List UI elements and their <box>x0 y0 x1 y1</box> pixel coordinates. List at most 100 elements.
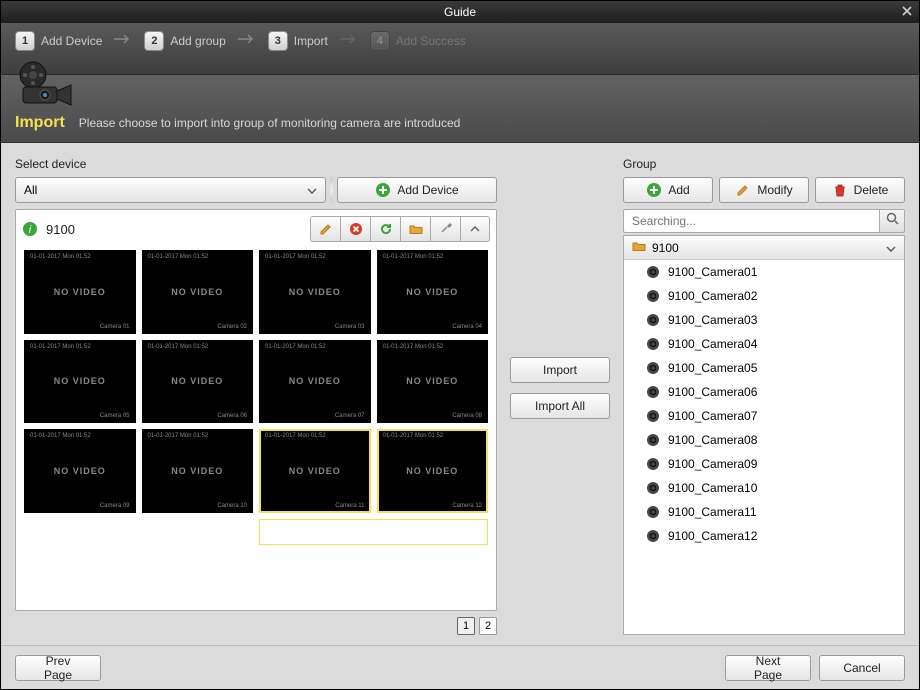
add-group-button[interactable]: Add <box>623 177 713 203</box>
tree-item-label: 9100_Camera06 <box>668 385 757 399</box>
chevron-down-icon <box>307 183 317 197</box>
add-device-button[interactable]: Add Device <box>337 177 497 203</box>
camera-thumbnail[interactable]: 01-01-2017 Mon 01:52NO VIDEOCamera 02 <box>142 250 254 334</box>
tree-item[interactable]: 9100_Camera12 <box>624 524 904 548</box>
divider <box>330 177 333 203</box>
thumb-timestamp: 01-01-2017 Mon 01:52 <box>383 433 444 439</box>
no-video-label: NO VIDEO <box>289 376 341 386</box>
camera-thumbnail[interactable]: 01-01-2017 Mon 01:52NO VIDEOCamera 07 <box>259 340 371 424</box>
modify-group-button[interactable]: Modify <box>719 177 809 203</box>
window-title: Guide <box>444 5 476 19</box>
import-label: Import <box>543 363 577 377</box>
prev-page-button[interactable]: Prev Page <box>15 655 101 681</box>
plus-circle-icon <box>646 182 662 198</box>
device-toolbar <box>310 216 490 242</box>
camera-thumbnail[interactable]: 01-01-2017 Mon 01:52NO VIDEOCamera 04 <box>377 250 489 334</box>
tree-item[interactable]: 9100_Camera02 <box>624 284 904 308</box>
cancel-button[interactable]: Cancel <box>819 655 905 681</box>
no-video-label: NO VIDEO <box>289 466 341 476</box>
tree-item[interactable]: 9100_Camera03 <box>624 308 904 332</box>
group-panel: Group Add Modify Delete <box>623 157 905 635</box>
camera-icon <box>646 337 660 351</box>
camera-thumbnail[interactable]: 01-01-2017 Mon 01:52NO VIDEOCamera 06 <box>142 340 254 424</box>
camera-thumbnail[interactable]: 01-01-2017 Mon 01:52NO VIDEOCamera 08 <box>377 340 489 424</box>
camera-icon <box>646 505 660 519</box>
device-filter-select[interactable]: All <box>15 177 326 203</box>
edit-button[interactable] <box>310 216 340 242</box>
thumb-channel: Camera 07 <box>335 413 365 419</box>
camera-icon <box>646 385 660 399</box>
camera-thumbnail[interactable]: 01-01-2017 Mon 01:52NO VIDEOCamera 12 <box>377 429 489 513</box>
tree-item[interactable]: 9100_Camera10 <box>624 476 904 500</box>
thumb-channel: Camera 09 <box>100 503 130 509</box>
wizard-steps: 1 Add Device 2 Add group 3 Import 4 Add … <box>1 23 919 75</box>
thumb-timestamp: 01-01-2017 Mon 01:52 <box>30 344 91 350</box>
tree-item-label: 9100_Camera01 <box>668 265 757 279</box>
delete-button[interactable] <box>340 216 370 242</box>
collapse-button[interactable] <box>460 216 490 242</box>
no-video-label: NO VIDEO <box>406 466 458 476</box>
no-video-label: NO VIDEO <box>54 466 106 476</box>
close-icon[interactable] <box>899 4 915 20</box>
camera-icon <box>646 457 660 471</box>
thumbnail-grid: 01-01-2017 Mon 01:52NO VIDEOCamera 0101-… <box>22 248 490 547</box>
thumb-timestamp: 01-01-2017 Mon 01:52 <box>148 254 209 260</box>
step-number: 4 <box>370 31 390 51</box>
step-import: 3 Import <box>268 31 328 51</box>
no-video-label: NO VIDEO <box>171 376 223 386</box>
no-video-label: NO VIDEO <box>171 287 223 297</box>
tree-item-label: 9100_Camera05 <box>668 361 757 375</box>
import-all-button[interactable]: Import All <box>510 393 610 419</box>
group-name: 9100 <box>652 241 679 255</box>
camera-thumbnail[interactable]: 01-01-2017 Mon 01:52NO VIDEOCamera 03 <box>259 250 371 334</box>
refresh-button[interactable] <box>370 216 400 242</box>
camera-thumbnail[interactable]: 01-01-2017 Mon 01:52NO VIDEOCamera 10 <box>142 429 254 513</box>
tree-item-label: 9100_Camera07 <box>668 409 757 423</box>
delete-group-button[interactable]: Delete <box>815 177 905 203</box>
tree-item[interactable]: 9100_Camera08 <box>624 428 904 452</box>
page-button[interactable]: 1 <box>457 617 475 635</box>
thumb-channel: Camera 08 <box>452 413 482 419</box>
device-filter-value: All <box>24 183 37 197</box>
titlebar: Guide <box>1 1 919 23</box>
group-tree-header[interactable]: 9100 <box>624 236 904 260</box>
tree-item-label: 9100_Camera10 <box>668 481 757 495</box>
folder-button[interactable] <box>400 216 430 242</box>
tree-item[interactable]: 9100_Camera01 <box>624 260 904 284</box>
step-number: 2 <box>144 31 164 51</box>
settings-button[interactable] <box>430 216 460 242</box>
info-circle-icon: i <box>22 221 38 237</box>
tree-item[interactable]: 9100_Camera11 <box>624 500 904 524</box>
camera-thumbnail[interactable]: 01-01-2017 Mon 01:52NO VIDEOCamera 09 <box>24 429 136 513</box>
import-button[interactable]: Import <box>510 357 610 383</box>
page-button[interactable]: 2 <box>479 617 497 635</box>
tree-item[interactable]: 9100_Camera09 <box>624 452 904 476</box>
search-input[interactable] <box>623 209 879 233</box>
step-add-success: 4 Add Success <box>370 31 466 51</box>
tree-item[interactable]: 9100_Camera05 <box>624 356 904 380</box>
folder-icon <box>632 240 646 255</box>
next-page-button[interactable]: Next Page <box>725 655 811 681</box>
camera-thumbnail[interactable]: 01-01-2017 Mon 01:52NO VIDEOCamera 01 <box>24 250 136 334</box>
search-button[interactable] <box>879 209 905 233</box>
tree-item-label: 9100_Camera12 <box>668 529 757 543</box>
camera-icon <box>646 265 660 279</box>
arrow-icon <box>238 31 256 49</box>
banner: Import Please choose to import into grou… <box>1 75 919 143</box>
tree-item[interactable]: 9100_Camera04 <box>624 332 904 356</box>
step-number: 3 <box>268 31 288 51</box>
no-video-label: NO VIDEO <box>289 287 341 297</box>
tree-item-label: 9100_Camera08 <box>668 433 757 447</box>
tree-item[interactable]: 9100_Camera07 <box>624 404 904 428</box>
step-label: Import <box>294 34 328 48</box>
trash-icon <box>832 182 848 198</box>
camera-thumbnail[interactable]: 01-01-2017 Mon 01:52NO VIDEOCamera 05 <box>24 340 136 424</box>
pagination: 1 2 <box>15 617 497 635</box>
camera-thumbnail[interactable]: 01-01-2017 Mon 01:52NO VIDEOCamera 11 <box>259 429 371 513</box>
tree-item[interactable]: 9100_Camera06 <box>624 380 904 404</box>
group-tree[interactable]: 9100 9100_Camera019100_Camera029100_Came… <box>623 235 905 635</box>
select-device-label: Select device <box>15 157 497 171</box>
content-area: Select device All Add Device i <box>1 143 919 645</box>
camera-reel-icon <box>15 61 75 107</box>
camera-icon <box>646 481 660 495</box>
